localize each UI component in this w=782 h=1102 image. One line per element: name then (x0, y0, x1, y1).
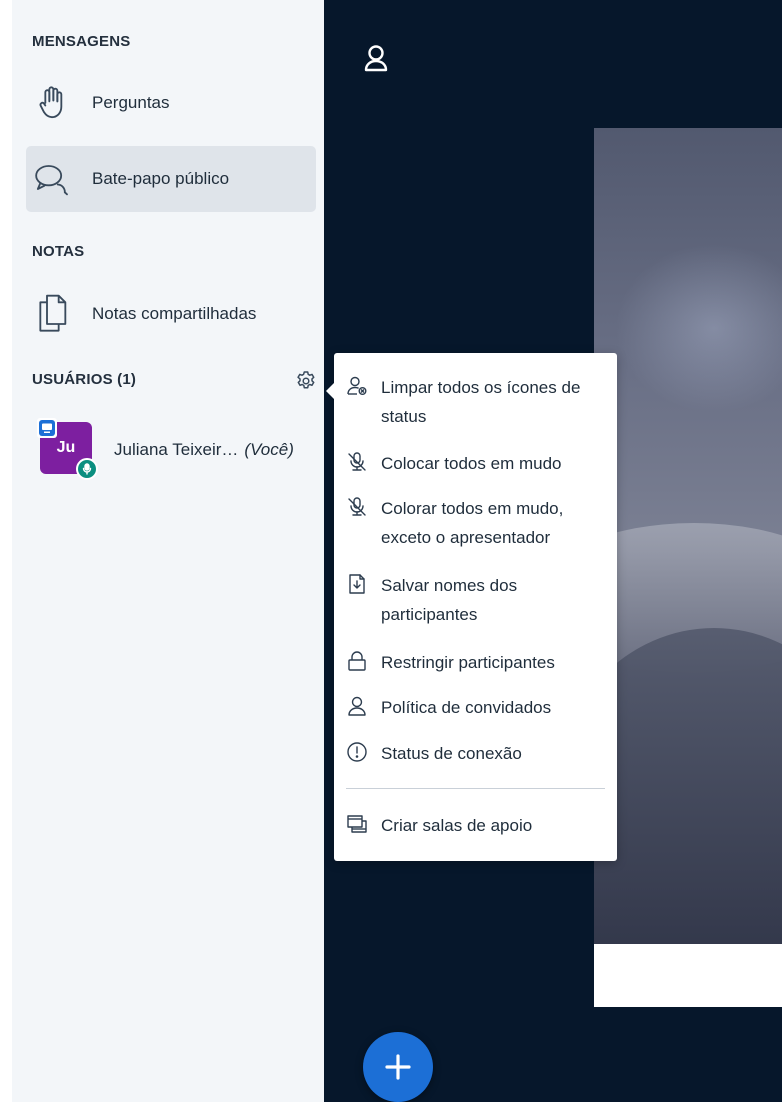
download-file-icon (346, 573, 366, 595)
menu-item-guest-policy[interactable]: Política de convidados (334, 693, 617, 722)
plus-icon (383, 1052, 413, 1082)
menu-item-mute-all-except-presenter[interactable]: Colorar todos em mudo, exceto o apresent… (334, 494, 617, 552)
slide-footer-bar (594, 944, 782, 1007)
alert-circle-icon (346, 741, 367, 763)
sidebar-item-questions[interactable]: Perguntas (26, 70, 316, 136)
notes-section-title: NOTAS (32, 243, 85, 260)
menu-divider (346, 788, 605, 789)
avatar-initials: Ju (56, 439, 76, 456)
user-name: Juliana Teixeir… (Você) (114, 440, 294, 460)
menu-item-clear-status[interactable]: Limpar todos os ícones de status (334, 373, 617, 431)
slide-background-shape (594, 628, 782, 944)
menu-item-label: Status de conexão (381, 744, 522, 763)
menu-item-label: Colorar todos em mudo, exceto o apresent… (381, 499, 564, 547)
mute-icon (346, 496, 366, 518)
menu-item-create-breakout-rooms[interactable]: Criar salas de apoio (334, 811, 617, 840)
sidebar-item-label: Perguntas (92, 93, 170, 112)
sidebar-item-public-chat[interactable]: Bate-papo público (26, 146, 316, 212)
user-icon[interactable] (363, 43, 389, 73)
microphone-icon (76, 458, 98, 480)
menu-item-mute-all[interactable]: Colocar todos em mudo (334, 449, 617, 478)
actions-plus-button[interactable] (363, 1032, 433, 1102)
mute-icon (346, 451, 366, 473)
menu-item-label: Restringir participantes (381, 653, 555, 672)
messages-section-title: MENSAGENS (32, 33, 131, 50)
chat-icon (28, 159, 76, 199)
menu-item-lock-viewers[interactable]: Restringir participantes (334, 648, 617, 677)
sidebar-item-label: Bate-papo público (92, 169, 230, 188)
presentation-slide (594, 128, 782, 944)
menu-item-label: Limpar todos os ícones de status (381, 378, 581, 426)
menu-item-label: Política de convidados (381, 698, 552, 717)
user-options-menu: Limpar todos os ícones de status Colocar… (326, 353, 617, 861)
user-list-sidebar: MENSAGENS Perguntas Bate-papo público NO… (12, 0, 324, 1102)
menu-item-label: Salvar nomes dos participantes (381, 576, 518, 624)
user-list-item[interactable]: Ju Juliana Teixeir… (Você) (32, 418, 322, 484)
raised-hand-icon (28, 83, 76, 123)
menu-item-connection-status[interactable]: Status de conexão (334, 739, 617, 768)
clear-status-icon (346, 375, 367, 397)
user-icon (346, 695, 366, 717)
breakout-rooms-icon (346, 813, 367, 835)
shared-notes-icon (28, 292, 76, 336)
left-edge-strip (0, 0, 12, 1102)
lock-icon (346, 650, 366, 672)
sidebar-item-shared-notes[interactable]: Notas compartilhadas (26, 281, 316, 347)
gear-icon[interactable] (294, 369, 318, 393)
menu-item-save-participant-names[interactable]: Salvar nomes dos participantes (334, 571, 617, 629)
menu-item-label: Colocar todos em mudo (381, 454, 562, 473)
users-section-title: USUÁRIOS (1) (32, 371, 137, 388)
presenter-icon (37, 418, 57, 438)
menu-item-label: Criar salas de apoio (381, 816, 533, 835)
avatar: Ju (37, 418, 98, 480)
sidebar-item-label: Notas compartilhadas (92, 304, 257, 323)
user-name-text: Juliana Teixeir… (114, 440, 239, 459)
self-tag: (Você) (244, 440, 294, 459)
users-section-header: USUÁRIOS (1) (32, 371, 322, 393)
